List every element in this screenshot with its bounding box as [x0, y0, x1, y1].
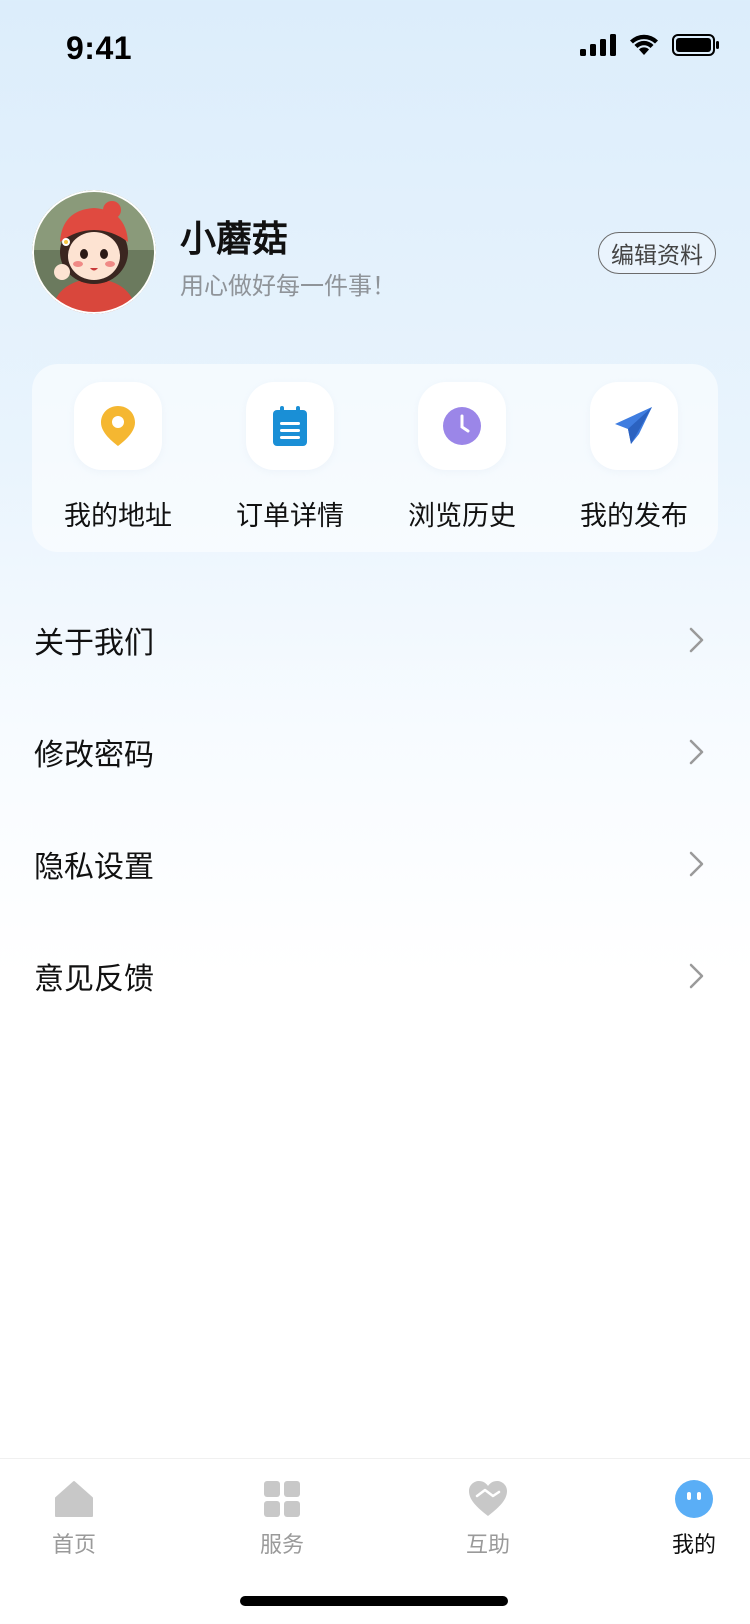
- heart-handshake-icon: [469, 1481, 507, 1516]
- tab-icon-wrap: [53, 1479, 95, 1519]
- wifi-icon: [630, 34, 658, 55]
- tab-icon-wrap: [261, 1479, 303, 1519]
- tab-bar: 首页 服务 互助 我的: [0, 1458, 750, 1579]
- quick-action-label: 浏览历史: [408, 501, 516, 532]
- quick-action-label: 我的发布: [580, 501, 688, 532]
- tab-profile[interactable]: 我的: [634, 1479, 750, 1559]
- clipboard-icon: [273, 406, 307, 446]
- quick-action-icon-box: [246, 382, 334, 470]
- menu-item-privacy[interactable]: 隐私设置: [0, 814, 750, 914]
- status-bar: 9:41: [0, 0, 750, 100]
- chevron-right-icon: [689, 627, 704, 653]
- quick-action-orders[interactable]: 订单详情: [205, 382, 375, 542]
- paper-plane-icon: [615, 407, 652, 444]
- quick-action-label: 我的地址: [64, 501, 172, 532]
- edit-profile-button[interactable]: 编辑资料: [598, 232, 716, 274]
- tab-label: 首页: [51, 1533, 96, 1558]
- chevron-right-icon: [689, 851, 704, 877]
- tab-services[interactable]: 服务: [222, 1479, 342, 1559]
- quick-actions-card: 我的地址 订单详情 浏览历史 我的发布: [32, 364, 718, 552]
- home-icon: [55, 1481, 93, 1517]
- tab-label: 互助: [465, 1533, 510, 1558]
- quick-action-history[interactable]: 浏览历史: [377, 382, 547, 542]
- battery-icon: [672, 34, 719, 56]
- tab-label: 服务: [259, 1533, 304, 1558]
- menu-item-label: 修改密码: [34, 738, 154, 773]
- avatar-illustration-icon: [32, 190, 156, 314]
- menu-item-label: 意见反馈: [34, 962, 154, 997]
- menu-item-label: 隐私设置: [34, 850, 154, 885]
- tab-icon-wrap: [467, 1479, 509, 1519]
- quick-action-icon-box: [418, 382, 506, 470]
- profile-motto: 用心做好每一件事！: [180, 272, 396, 300]
- quick-action-icon-box: [590, 382, 678, 470]
- menu-item-about[interactable]: 关于我们: [0, 590, 750, 690]
- chevron-right-icon: [689, 739, 704, 765]
- cellular-signal-icon: [580, 34, 616, 56]
- quick-action-posts[interactable]: 我的发布: [549, 382, 719, 542]
- menu-item-feedback[interactable]: 意见反馈: [0, 926, 750, 1026]
- clock-icon: [443, 407, 481, 445]
- tab-mutual-aid[interactable]: 互助: [428, 1479, 548, 1559]
- profile-name: 小蘑菇: [180, 219, 289, 260]
- menu-item-change-password[interactable]: 修改密码: [0, 702, 750, 802]
- grid-icon: [264, 1481, 300, 1517]
- location-pin-icon: [101, 406, 135, 446]
- menu-item-label: 关于我们: [34, 626, 154, 661]
- chevron-right-icon: [689, 963, 704, 989]
- profile-face-icon: [675, 1480, 713, 1518]
- quick-action-icon-box: [74, 382, 162, 470]
- tab-home[interactable]: 首页: [14, 1479, 134, 1559]
- status-icons: [580, 34, 720, 56]
- quick-action-label: 订单详情: [236, 501, 344, 532]
- tab-icon-wrap: [673, 1479, 715, 1519]
- quick-action-address[interactable]: 我的地址: [33, 382, 203, 542]
- avatar[interactable]: [32, 190, 156, 314]
- tab-label: 我的: [671, 1533, 716, 1558]
- status-time: 9:41: [66, 30, 133, 66]
- home-indicator[interactable]: [240, 1596, 508, 1606]
